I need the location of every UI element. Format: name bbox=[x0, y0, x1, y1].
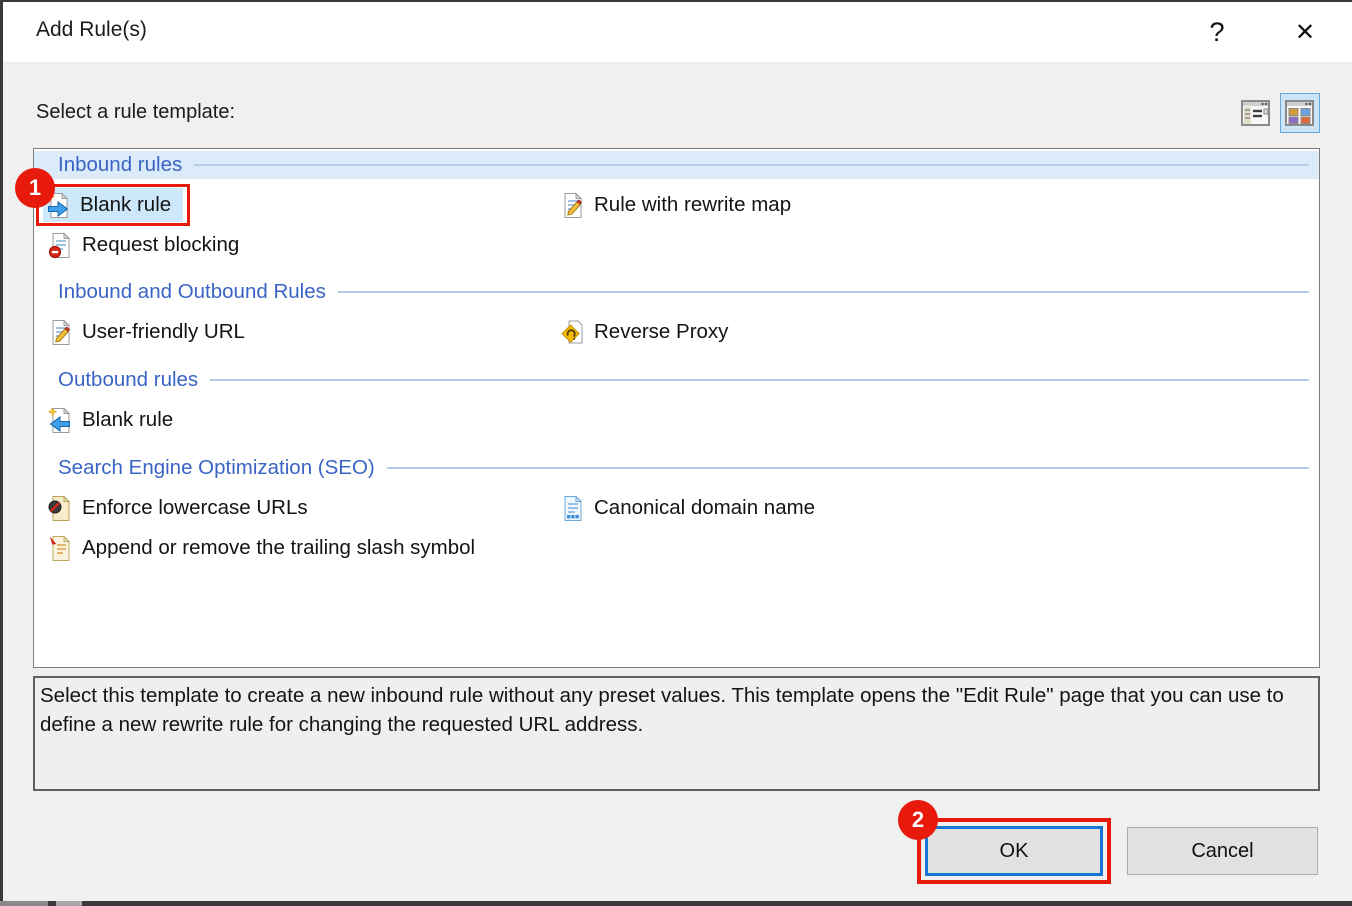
template-canonical-domain-name[interactable]: Canonical domain name bbox=[546, 488, 1319, 528]
template-reverse-proxy[interactable]: Reverse Proxy bbox=[546, 312, 1319, 352]
canonical-domain-icon bbox=[560, 495, 585, 522]
cancel-button[interactable]: Cancel bbox=[1127, 827, 1318, 875]
screenshot-root: Add Rule(s) ? ✕ Select a rule template: … bbox=[0, 0, 1352, 906]
template-blank-rule-inbound[interactable]: Blank rule bbox=[34, 185, 546, 225]
group-header-label: Outbound rules bbox=[34, 368, 198, 392]
group-header-inbound-outbound-rules: Inbound and Outbound Rules bbox=[34, 278, 1319, 306]
group-header-label: Inbound rules bbox=[34, 153, 182, 177]
dialog-title-bar: Add Rule(s) ? ✕ bbox=[3, 2, 1352, 62]
view-switcher bbox=[1236, 93, 1320, 133]
template-blank-rule-outbound[interactable]: Blank rule bbox=[34, 400, 546, 440]
group-header-rule-line bbox=[338, 291, 1309, 293]
rule-template-list: Inbound rules Blank rule Rule with rewri… bbox=[33, 148, 1320, 668]
blank-rule-inbound-icon bbox=[46, 192, 71, 219]
tiles-view-icon bbox=[1285, 99, 1315, 127]
dialog-title: Add Rule(s) bbox=[36, 18, 147, 42]
template-rule-with-rewrite-map[interactable]: Rule with rewrite map bbox=[546, 185, 1319, 225]
item-label: User-friendly URL bbox=[82, 320, 245, 344]
group-header-label: Search Engine Optimization (SEO) bbox=[34, 456, 375, 480]
group-header-rule-line bbox=[210, 379, 1309, 381]
background-window-edge bbox=[0, 901, 48, 906]
ok-button[interactable]: OK bbox=[925, 826, 1103, 876]
details-view-icon bbox=[1241, 99, 1271, 127]
item-label: Reverse Proxy bbox=[594, 320, 728, 344]
item-label: Enforce lowercase URLs bbox=[82, 496, 308, 520]
tiles-view-button[interactable] bbox=[1280, 93, 1320, 133]
reverse-proxy-icon bbox=[560, 319, 585, 346]
blank-rule-outbound-icon bbox=[48, 407, 73, 434]
user-friendly-url-icon bbox=[48, 319, 73, 346]
item-label: Canonical domain name bbox=[594, 496, 815, 520]
template-description: Select this template to create a new inb… bbox=[33, 676, 1320, 791]
item-label: Request blocking bbox=[82, 233, 239, 257]
rewrite-map-icon bbox=[560, 192, 585, 219]
group-header-rule-line bbox=[387, 467, 1309, 469]
item-label: Blank rule bbox=[80, 193, 171, 217]
request-blocking-icon bbox=[48, 232, 73, 259]
help-button[interactable]: ? bbox=[1194, 2, 1240, 62]
annotation-highlight-box-2: OK bbox=[917, 818, 1111, 884]
group-header-rule-line bbox=[194, 164, 1309, 166]
template-enforce-lowercase-urls[interactable]: Enforce lowercase URLs bbox=[34, 488, 546, 528]
enforce-lowercase-icon bbox=[48, 495, 73, 522]
trailing-slash-icon bbox=[48, 535, 73, 562]
background-window-edge bbox=[56, 901, 82, 906]
close-icon[interactable]: ✕ bbox=[1282, 2, 1328, 62]
template-request-blocking[interactable]: Request blocking bbox=[34, 225, 546, 265]
template-user-friendly-url[interactable]: User-friendly URL bbox=[34, 312, 546, 352]
add-rules-dialog: Add Rule(s) ? ✕ Select a rule template: … bbox=[3, 2, 1352, 901]
group-header-seo: Search Engine Optimization (SEO) bbox=[34, 454, 1319, 482]
group-header-label: Inbound and Outbound Rules bbox=[34, 280, 326, 304]
group-header-outbound-rules: Outbound rules bbox=[34, 366, 1319, 394]
selected-item-highlight: Blank rule bbox=[43, 188, 183, 222]
item-label: Blank rule bbox=[82, 408, 173, 432]
item-label: Append or remove the trailing slash symb… bbox=[82, 536, 475, 560]
group-header-inbound-rules: Inbound rules bbox=[34, 151, 1319, 179]
select-template-label: Select a rule template: bbox=[36, 101, 235, 124]
item-label: Rule with rewrite map bbox=[594, 193, 791, 217]
template-trailing-slash[interactable]: Append or remove the trailing slash symb… bbox=[34, 528, 546, 568]
details-view-button[interactable] bbox=[1236, 93, 1276, 133]
